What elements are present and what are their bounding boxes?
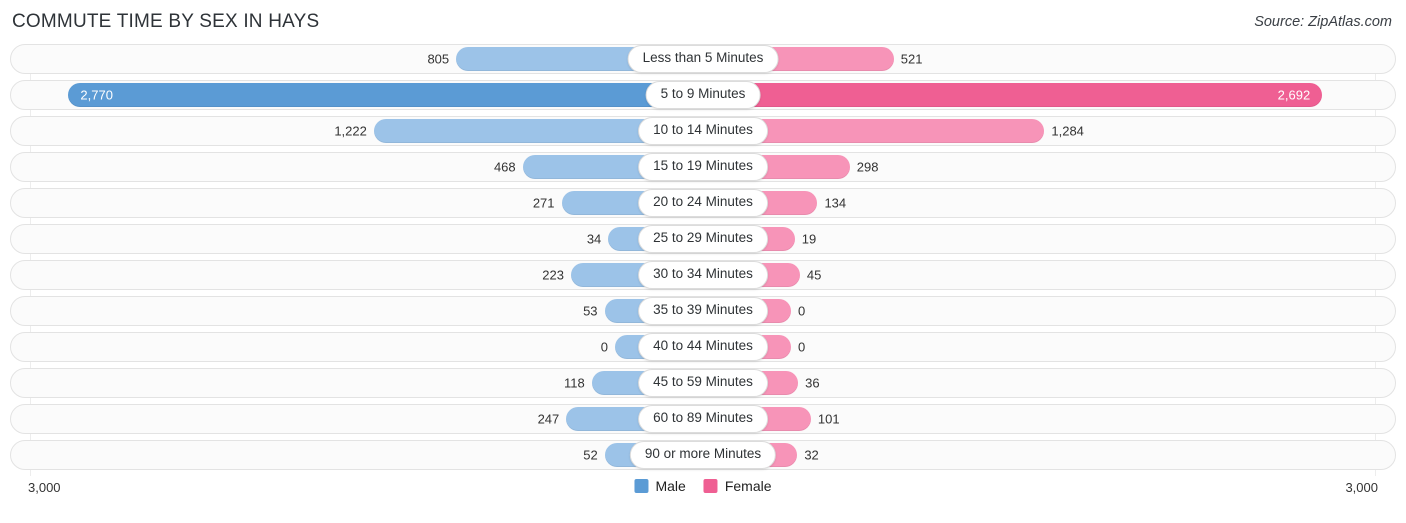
chart-header: COMMUTE TIME BY SEX IN HAYS Source: ZipA… — [0, 0, 1406, 44]
bar-value-female: 101 — [817, 411, 840, 427]
category-label-pill: 5 to 9 Minutes — [645, 81, 761, 109]
category-label-pill: 35 to 39 Minutes — [638, 297, 768, 325]
bar-value-male: 223 — [542, 267, 564, 283]
chart-footer: 3,000 3,000 Male Female — [10, 476, 1396, 516]
bar-row[interactable]: 271 134 20 to 24 Minutes — [10, 188, 1396, 218]
bar-value-female: 298 — [856, 159, 879, 175]
bar-value-female: 45 — [806, 267, 822, 283]
axis-label-left: 3,000 — [28, 480, 61, 495]
legend-label-female: Female — [724, 478, 772, 494]
bar-value-female: 1,284 — [1051, 123, 1084, 139]
bar-value-female: 19 — [801, 231, 817, 247]
category-label-pill: 20 to 24 Minutes — [638, 189, 768, 217]
category-label-pill: 90 or more Minutes — [629, 441, 777, 469]
category-label-pill: 45 to 59 Minutes — [638, 369, 768, 397]
legend-item-female[interactable]: Female — [703, 478, 772, 494]
bar-row[interactable]: 2,770 2,692 5 to 9 Minutes — [10, 80, 1396, 110]
bar-row[interactable]: 1,222 1,284 10 to 14 Minutes — [10, 116, 1396, 146]
chart-plot-area: 805 521 Less than 5 Minutes 2,770 2,692 5 to … — [10, 44, 1396, 476]
bar-value-male: 2,770 — [80, 87, 113, 103]
bar-value-female: 521 — [900, 51, 923, 67]
bar-row[interactable]: 805 521 Less than 5 Minutes — [10, 44, 1396, 74]
bar-row[interactable]: 223 45 30 to 34 Minutes — [10, 260, 1396, 290]
category-label-pill: 10 to 14 Minutes — [638, 117, 768, 145]
bar-row[interactable]: 34 19 25 to 29 Minutes — [10, 224, 1396, 254]
source-attribution: Source: ZipAtlas.com — [1254, 14, 1392, 30]
page-title: COMMUTE TIME BY SEX IN HAYS — [12, 11, 320, 32]
category-label-pill: 30 to 34 Minutes — [638, 261, 768, 289]
bar-value-female: 0 — [798, 339, 806, 355]
bar-value-female: 2,692 — [1277, 87, 1311, 103]
bar-value-male: 247 — [537, 411, 560, 427]
category-label-pill: Less than 5 Minutes — [627, 45, 779, 73]
legend-swatch-female-icon — [703, 479, 718, 493]
bar-row[interactable]: 118 36 45 to 59 Minutes — [10, 368, 1396, 398]
bar-value-male: 0 — [600, 339, 608, 355]
bar-value-male: 468 — [493, 159, 516, 175]
bar-row-list: 805 521 Less than 5 Minutes 2,770 2,692 5 to … — [10, 44, 1396, 470]
bar-row[interactable]: 52 32 90 or more Minutes — [10, 440, 1396, 470]
category-label-pill: 60 to 89 Minutes — [638, 405, 768, 433]
axis-label-right: 3,000 — [1345, 480, 1378, 495]
bar-value-male: 52 — [583, 447, 598, 463]
legend-swatch-male-icon — [634, 479, 649, 493]
category-label-pill: 15 to 19 Minutes — [638, 153, 768, 181]
bar-row[interactable]: 0 0 40 to 44 Minutes — [10, 332, 1396, 362]
bar-value-male: 53 — [583, 303, 598, 319]
bar-row[interactable]: 247 101 60 to 89 Minutes — [10, 404, 1396, 434]
legend-item-male[interactable]: Male — [634, 478, 686, 494]
bar-male — [68, 83, 703, 107]
legend-label-male: Male — [655, 478, 686, 494]
bar-value-male: 1,222 — [334, 123, 367, 139]
bar-female — [703, 83, 1323, 107]
category-label-pill: 25 to 29 Minutes — [638, 225, 768, 253]
bar-value-female: 32 — [804, 447, 819, 463]
bar-value-female: 36 — [805, 375, 820, 391]
bar-value-male: 805 — [427, 51, 450, 67]
bar-value-female: 0 — [798, 303, 806, 319]
bar-row[interactable]: 468 298 15 to 19 Minutes — [10, 152, 1396, 182]
category-label-pill: 40 to 44 Minutes — [638, 333, 768, 361]
chart-legend: Male Female — [634, 478, 772, 494]
bar-row[interactable]: 53 0 35 to 39 Minutes — [10, 296, 1396, 326]
bar-value-male: 118 — [563, 375, 585, 391]
bar-value-female: 134 — [824, 195, 847, 211]
bar-value-male: 34 — [586, 231, 602, 247]
bar-value-male: 271 — [532, 195, 555, 211]
